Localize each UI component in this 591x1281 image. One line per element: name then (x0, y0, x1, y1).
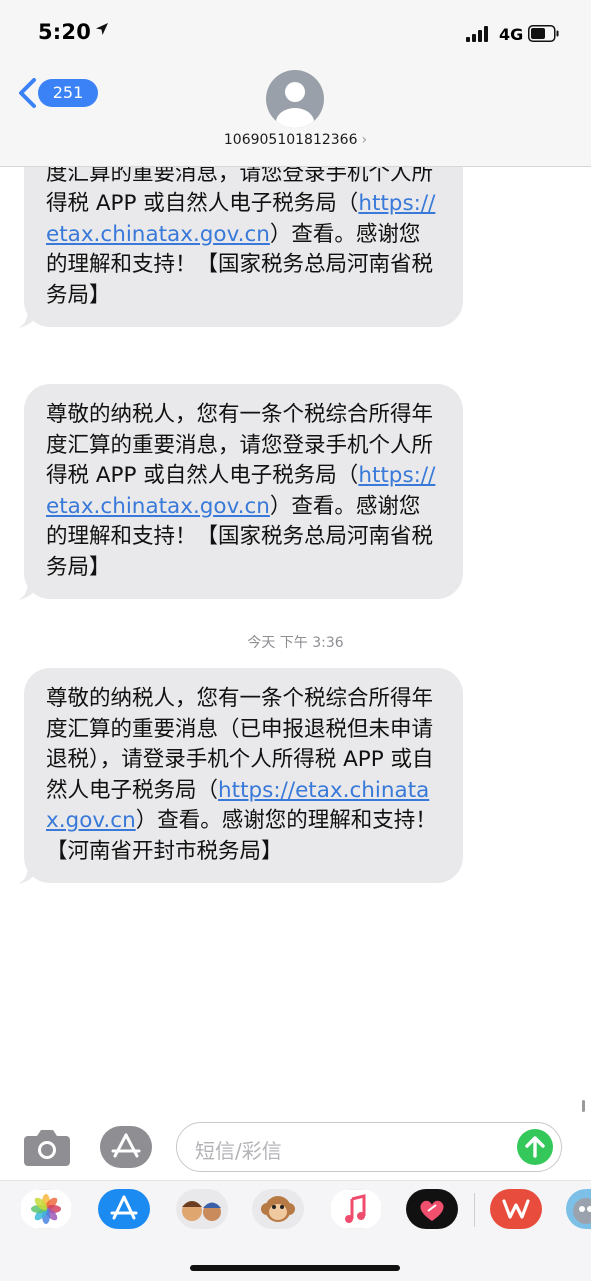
photos-app-icon[interactable] (20, 1189, 72, 1229)
message-bubble[interactable]: 尊敬的纳税人，您有一条个税综合所得年度汇算的重要消息，请您登录手机个人所得税 A… (18, 384, 463, 600)
message-timestamp: 今天 下午 3:36 (247, 635, 344, 651)
camera-icon[interactable] (22, 1126, 72, 1168)
imessage-app-strip (0, 1180, 591, 1281)
message-thread[interactable]: 尊敬的纳税人，您有一条个税综合所得年度汇算的重要消息，请您登录手机个人所得税 A… (0, 120, 591, 1120)
contact-number: 106905101812366 (223, 132, 358, 148)
message-input[interactable]: 短信/彩信 (176, 1122, 562, 1172)
animoji-app-icon[interactable] (252, 1189, 304, 1229)
appstore-app-icon[interactable] (98, 1189, 150, 1229)
location-arrow-icon (96, 23, 108, 35)
battery-icon (528, 25, 559, 42)
chevron-left-icon (19, 78, 36, 108)
appstore-icon[interactable] (100, 1126, 152, 1168)
contact-avatar[interactable] (266, 70, 324, 128)
chevron-right-icon: › (361, 132, 368, 148)
digital-touch-app-icon[interactable] (406, 1189, 458, 1229)
memoji-app-icon[interactable] (176, 1189, 228, 1229)
status-bar: 5:20 4G (0, 0, 591, 60)
home-indicator[interactable] (190, 1265, 400, 1271)
bubble-tail (18, 306, 40, 328)
bubble-tail (18, 862, 40, 884)
contact-name[interactable]: 106905101812366 › (0, 132, 591, 148)
music-app-icon[interactable] (330, 1189, 382, 1229)
back-button[interactable]: 251 (16, 75, 98, 111)
message-input-placeholder: 短信/彩信 (195, 1139, 282, 1163)
cellular-signal-icon (466, 26, 488, 42)
network-type: 4G (499, 25, 524, 44)
app-strip-divider (474, 1193, 475, 1227)
send-arrow-icon[interactable] (517, 1129, 553, 1165)
message-bubble[interactable]: 尊敬的纳税人，您有一条个税综合所得年度汇算的重要消息（已申报退税但未申请退税），… (18, 668, 463, 884)
bubble-tail (18, 578, 40, 600)
talking-tom-app-icon[interactable] (566, 1189, 591, 1229)
scroll-indicator[interactable] (582, 1100, 585, 1112)
unread-count-badge: 251 (38, 79, 98, 107)
wps-app-icon[interactable] (490, 1189, 542, 1229)
status-time: 5:20 (38, 20, 92, 44)
